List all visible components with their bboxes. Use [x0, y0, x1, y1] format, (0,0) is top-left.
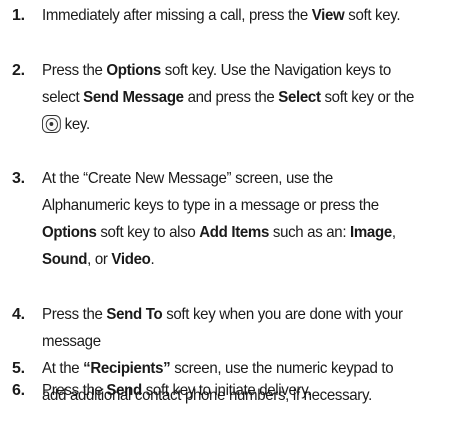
step-text-line: key. [42, 111, 446, 139]
text-run: select [42, 89, 84, 106]
step-text-line: Sound, or Video. [42, 246, 446, 274]
text-run: Immediately after missing a call, press … [42, 7, 312, 24]
text-run: Press the [42, 62, 107, 79]
text-run: key. [60, 116, 90, 133]
step-text-line: Alphanumeric keys to type in a message o… [42, 192, 446, 220]
text-run: Press the [42, 306, 107, 323]
bold-term: Select [278, 89, 321, 106]
text-run: , or [87, 251, 112, 268]
bold-term: Send To [106, 306, 163, 323]
bold-term: Image [350, 224, 392, 241]
text-run: soft key. Use the Navigation keys to [160, 62, 391, 79]
text-run: and press the [183, 89, 279, 106]
select-key-icon [42, 115, 61, 133]
text-run: soft key to also [96, 224, 200, 241]
step-text-line: Press the Send soft key to initiate deli… [42, 377, 446, 405]
step-text-line: Immediately after missing a call, press … [42, 2, 446, 30]
step-text-line: select Send Message and press the Select… [42, 84, 446, 112]
text-run: Press the [42, 382, 107, 399]
step-number: 4. [12, 306, 25, 323]
text-run: soft key. [344, 7, 401, 24]
text-run: soft key or the [320, 89, 415, 106]
step-number: 2. [12, 62, 25, 79]
text-run: . [150, 251, 155, 268]
text-run: message [42, 333, 101, 350]
text-run: At the “Create New Message” screen, use … [42, 170, 333, 187]
text-run: , [391, 224, 396, 241]
step-number: 3. [12, 170, 25, 187]
bold-term: Options [42, 224, 97, 241]
bold-term: Video [111, 251, 151, 268]
text-run: such as an: [269, 224, 351, 241]
text-run: screen, use the numeric keypad to [170, 360, 394, 377]
step-text-line: Press the Send To soft key when you are … [42, 301, 446, 329]
bold-term: View [311, 7, 345, 24]
bold-term: “Recipients” [83, 360, 171, 377]
bold-term: Add Items [199, 224, 270, 241]
step-text-line: Options soft key to also Add Items such … [42, 219, 446, 247]
step-text-line: message [42, 328, 446, 356]
text-run: At the [42, 360, 84, 377]
step-number: 6. [12, 382, 25, 399]
bold-term: Send [106, 382, 142, 399]
step-text-line: At the “Create New Message” screen, use … [42, 165, 446, 193]
bold-term: Send Message [83, 89, 184, 106]
step-number: 1. [12, 7, 25, 24]
text-run: soft key when you are done with your [162, 306, 403, 323]
step-text-line: Press the Options soft key. Use the Navi… [42, 57, 446, 85]
text-run: soft key to initiate delivery. [141, 382, 312, 399]
text-run: Alphanumeric keys to type in a message o… [42, 197, 379, 214]
bold-term: Sound [42, 251, 88, 268]
bold-term: Options [106, 62, 161, 79]
